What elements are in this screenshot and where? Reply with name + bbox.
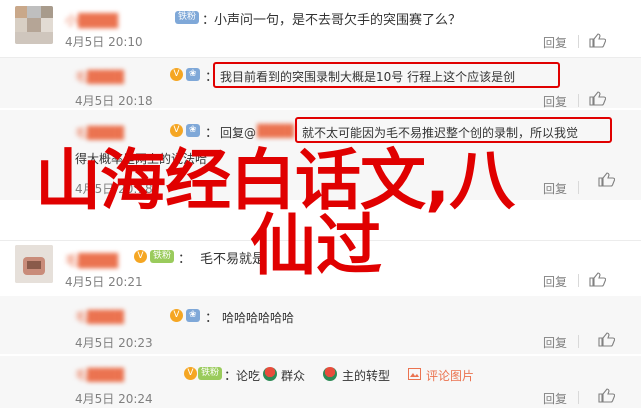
comment-text-part: 群众	[281, 369, 306, 383]
reply-button[interactable]: 回复	[543, 34, 567, 51]
verified-badge: V	[170, 124, 183, 137]
like-icon[interactable]	[589, 33, 606, 48]
username[interactable]: 小████	[65, 10, 118, 29]
like-icon[interactable]	[589, 91, 606, 106]
highlight-box	[213, 62, 560, 88]
comment-text: 哈哈哈哈哈哈	[222, 311, 295, 325]
highlight-box	[295, 117, 612, 143]
reply-button[interactable]: 回复	[543, 93, 567, 110]
overlay-title-line1: 山海经白话文,八	[35, 142, 515, 219]
reply-prefix: 回复@	[220, 126, 257, 140]
comment-date: 4月5日 20:23	[75, 336, 153, 350]
colon: ：	[205, 126, 219, 141]
username[interactable]: 毛████	[65, 250, 118, 269]
like-icon[interactable]	[589, 272, 606, 287]
fan-badge: 铁粉	[175, 11, 200, 24]
comment-image-link[interactable]: 评论图片	[426, 367, 474, 384]
colon: ：	[205, 311, 219, 326]
image-icon[interactable]	[408, 368, 421, 380]
comment-date: 4月5日 20:24	[75, 392, 153, 406]
verified-badge: V	[134, 250, 147, 263]
verified-badge: V	[170, 68, 183, 81]
like-icon[interactable]	[598, 172, 615, 187]
reply-button[interactable]: 回复	[543, 273, 567, 290]
watermelon-emoji-icon	[323, 367, 337, 381]
colon: ：	[178, 252, 192, 267]
avatar[interactable]	[15, 245, 53, 283]
reply-target[interactable]: ████	[257, 124, 294, 138]
verified-badge: V	[184, 367, 197, 380]
comment-date: 4月5日 20:10	[65, 35, 143, 49]
separator	[578, 274, 579, 287]
separator	[578, 335, 579, 348]
reply-button[interactable]: 回复	[543, 334, 567, 351]
avatar[interactable]	[15, 6, 53, 44]
username[interactable]: 毛████	[75, 68, 124, 85]
like-icon[interactable]	[598, 388, 615, 403]
reply-button[interactable]: 回复	[543, 180, 567, 197]
username[interactable]: 毛████	[75, 124, 124, 141]
comment-text: 小声问一句，是不去哥欠手的突围赛了么？	[214, 13, 462, 28]
reply-button[interactable]: 回复	[543, 390, 567, 407]
separator	[578, 35, 579, 48]
like-icon[interactable]	[598, 332, 615, 347]
separator	[578, 181, 579, 194]
username[interactable]: 毛████	[75, 308, 124, 325]
watermelon-emoji-icon	[263, 367, 277, 381]
fan-badge: 铁粉	[198, 367, 223, 380]
comment-date: 4月5日 20:18	[75, 94, 153, 108]
verified-badge: V	[170, 309, 183, 322]
comment-date: 4月5日 20:21	[65, 275, 143, 289]
fan-badge: ❀	[186, 68, 200, 81]
separator	[578, 94, 579, 107]
fan-badge: 铁粉	[150, 250, 175, 263]
fan-badge: ❀	[186, 124, 200, 137]
fan-badge: ❀	[186, 309, 200, 322]
separator	[578, 391, 579, 404]
username[interactable]: 毛████	[75, 366, 124, 383]
comment-text-part: 主的转型	[342, 369, 391, 383]
overlay-title-line2: 仙过	[250, 207, 382, 284]
comment-text-part: 论吃	[236, 369, 261, 383]
